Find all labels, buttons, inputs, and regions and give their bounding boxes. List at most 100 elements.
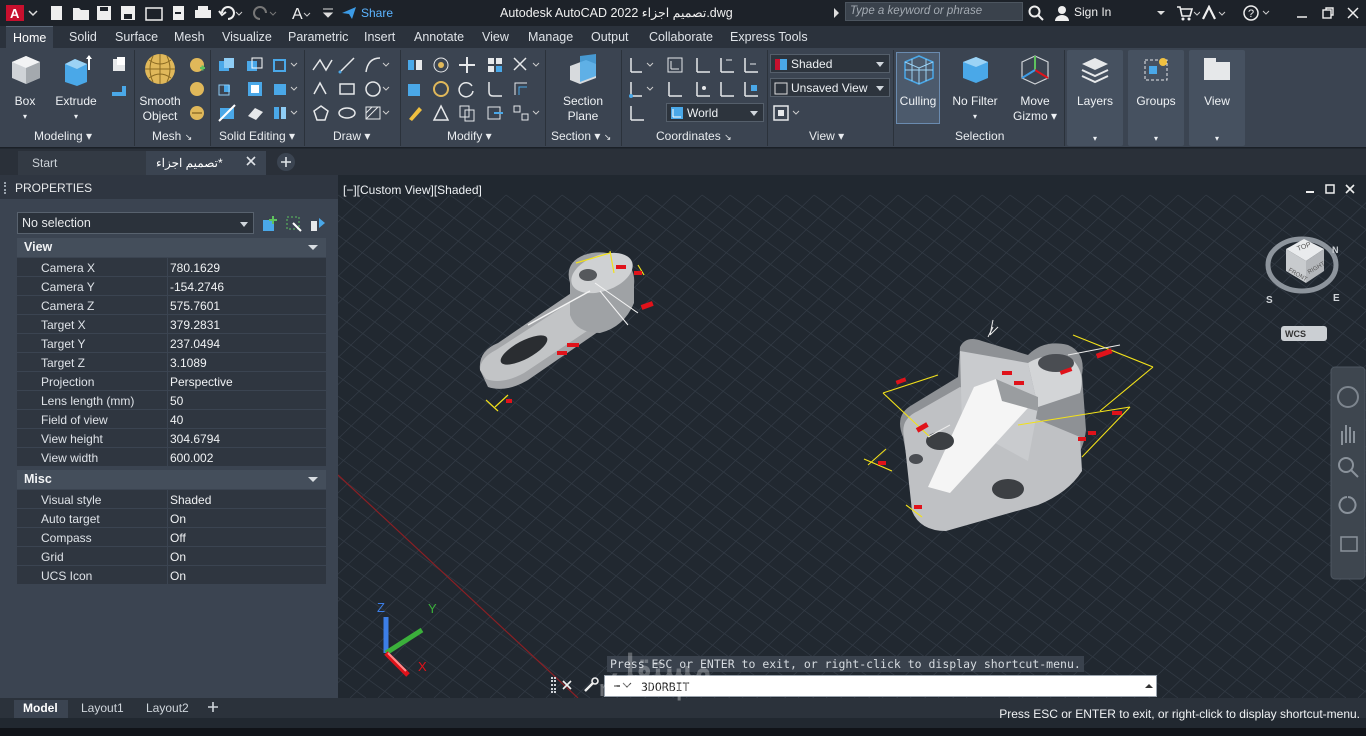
visual-style-select[interactable]: Shaded	[770, 54, 890, 73]
property-value[interactable]: 780.1629	[168, 258, 326, 277]
fillet-icon[interactable]	[486, 80, 504, 98]
stretch-icon[interactable]	[486, 104, 504, 122]
named-view-select[interactable]: Unsaved View	[770, 78, 890, 97]
tab-mesh[interactable]: Mesh	[174, 30, 205, 44]
search-icon[interactable]	[1028, 4, 1044, 22]
property-value[interactable]: 304.6794	[168, 429, 326, 448]
viewport-minimize-icon[interactable]	[1304, 183, 1316, 198]
mesh-smooth-more-icon[interactable]	[188, 56, 206, 74]
command-history-toggle-icon[interactable]	[1144, 680, 1154, 694]
section-plane-button[interactable]: Section Plane	[560, 52, 606, 124]
property-value[interactable]: 40	[168, 410, 326, 429]
move-icon[interactable]	[458, 56, 476, 74]
selection-select[interactable]: No selection	[17, 212, 254, 234]
tab-manage[interactable]: Manage	[528, 30, 573, 44]
panel-mesh[interactable]: Mesh ↘	[152, 129, 192, 143]
property-value[interactable]: Off	[168, 528, 326, 547]
box-button[interactable]: Box ▾	[6, 52, 44, 124]
select-objects-icon[interactable]	[285, 215, 303, 236]
ellipse-icon[interactable]	[338, 104, 356, 122]
text-style-icon[interactable]: A	[292, 4, 312, 22]
property-row[interactable]: View width 600.002	[17, 448, 326, 467]
interfere-icon[interactable]	[246, 80, 264, 98]
viewport-maximize-icon[interactable]	[1324, 183, 1336, 198]
command-close-icon[interactable]	[561, 679, 573, 694]
file-tab-start[interactable]: Start	[18, 151, 146, 175]
rotate-icon[interactable]	[458, 80, 476, 98]
ucs-object-icon[interactable]	[742, 80, 760, 98]
line-icon[interactable]	[338, 56, 356, 74]
add-layout-icon[interactable]	[207, 701, 219, 716]
new-file-icon[interactable]	[48, 4, 64, 22]
solid-history-icon[interactable]	[406, 80, 424, 98]
close-tab-icon[interactable]	[245, 155, 257, 170]
property-value[interactable]: 575.7601	[168, 296, 326, 315]
mesh-smooth-less-icon[interactable]	[188, 80, 206, 98]
scale-icon[interactable]	[432, 104, 450, 122]
viewport-controls-label[interactable]: [−][Custom View][Shaded]	[343, 183, 482, 197]
ucs-icon[interactable]	[628, 56, 654, 74]
panel-solid-editing[interactable]: Solid Editing ▾	[219, 129, 295, 143]
property-row[interactable]: Visual style Shaded	[17, 490, 326, 509]
new-tab-icon[interactable]	[277, 153, 295, 171]
sign-in-button[interactable]: Sign In	[1074, 5, 1111, 19]
share-button[interactable]: Share	[341, 4, 393, 22]
command-line-grip[interactable]	[551, 677, 556, 693]
explode-icon[interactable]	[512, 104, 540, 122]
tab-express-tools[interactable]: Express Tools	[730, 30, 808, 44]
pentagon-icon[interactable]	[312, 104, 330, 122]
close-icon[interactable]	[1346, 4, 1360, 22]
presspull-icon[interactable]	[110, 56, 128, 74]
ucs-world-select[interactable]: World	[666, 103, 764, 122]
mesh-refine-icon[interactable]	[188, 104, 206, 122]
smooth-object-button[interactable]: Smooth Object	[136, 52, 184, 124]
undo-icon[interactable]	[218, 4, 244, 22]
tab-annotate[interactable]: Annotate	[414, 30, 464, 44]
hatch-icon[interactable]	[364, 104, 390, 122]
ucs-y-icon[interactable]	[718, 56, 736, 74]
slice-icon[interactable]	[218, 104, 236, 122]
tab-output[interactable]: Output	[591, 30, 629, 44]
groups-button[interactable]: Groups ▾	[1130, 52, 1182, 146]
offset-edge-icon[interactable]	[272, 80, 298, 98]
property-row[interactable]: Field of view 40	[17, 410, 326, 429]
property-row[interactable]: Lens length (mm) 50	[17, 391, 326, 410]
property-row[interactable]: Target X 379.2831	[17, 315, 326, 334]
viewport-canvas[interactable]: Z Y X TOP FRONT RIGHT N S E WCS	[338, 175, 1366, 698]
palette-grip[interactable]	[4, 182, 10, 194]
toggle-pickadd-icon[interactable]	[261, 215, 279, 236]
quick-select-icon[interactable]	[309, 215, 327, 236]
property-value[interactable]: 50	[168, 391, 326, 410]
panel-modeling[interactable]: Modeling ▾	[34, 129, 92, 143]
subtract-icon[interactable]	[246, 56, 264, 74]
tab-visualize[interactable]: Visualize	[222, 30, 272, 44]
property-row[interactable]: Compass Off	[17, 528, 326, 547]
property-value[interactable]: Shaded	[168, 490, 326, 509]
property-value[interactable]: On	[168, 566, 326, 585]
panel-coordinates[interactable]: Coordinates ↘	[656, 129, 732, 143]
panel-modify[interactable]: Modify ▾	[447, 129, 492, 143]
erase-icon[interactable]	[406, 104, 424, 122]
mirror-3d-icon[interactable]	[406, 56, 424, 74]
circle-icon[interactable]	[364, 80, 390, 98]
property-value[interactable]: Perspective	[168, 372, 326, 391]
minimize-icon[interactable]	[1295, 4, 1309, 22]
panel-selection[interactable]: Selection	[955, 129, 1004, 143]
property-value[interactable]: On	[168, 509, 326, 528]
drawing-viewport[interactable]: Z Y X TOP FRONT RIGHT N S E WCS [−][Cust…	[338, 175, 1366, 698]
customize-qat-icon[interactable]	[322, 4, 334, 22]
ucs-view-icon[interactable]	[718, 80, 736, 98]
property-row[interactable]: View height 304.6794	[17, 429, 326, 448]
tab-home[interactable]: Home	[6, 26, 54, 48]
property-value[interactable]: 600.002	[168, 448, 326, 467]
view-section-header[interactable]: View	[17, 238, 326, 257]
signin-dropdown-icon[interactable]	[1157, 4, 1165, 22]
ucs-x-icon[interactable]	[694, 56, 712, 74]
polysolid-icon[interactable]	[110, 80, 128, 98]
panel-draw[interactable]: Draw ▾	[333, 129, 370, 143]
property-row[interactable]: Target Y 237.0494	[17, 334, 326, 353]
property-value[interactable]: On	[168, 547, 326, 566]
viewport-config-icon[interactable]	[772, 104, 800, 122]
open-web-icon[interactable]	[145, 4, 163, 22]
save-as-icon[interactable]	[120, 4, 136, 22]
